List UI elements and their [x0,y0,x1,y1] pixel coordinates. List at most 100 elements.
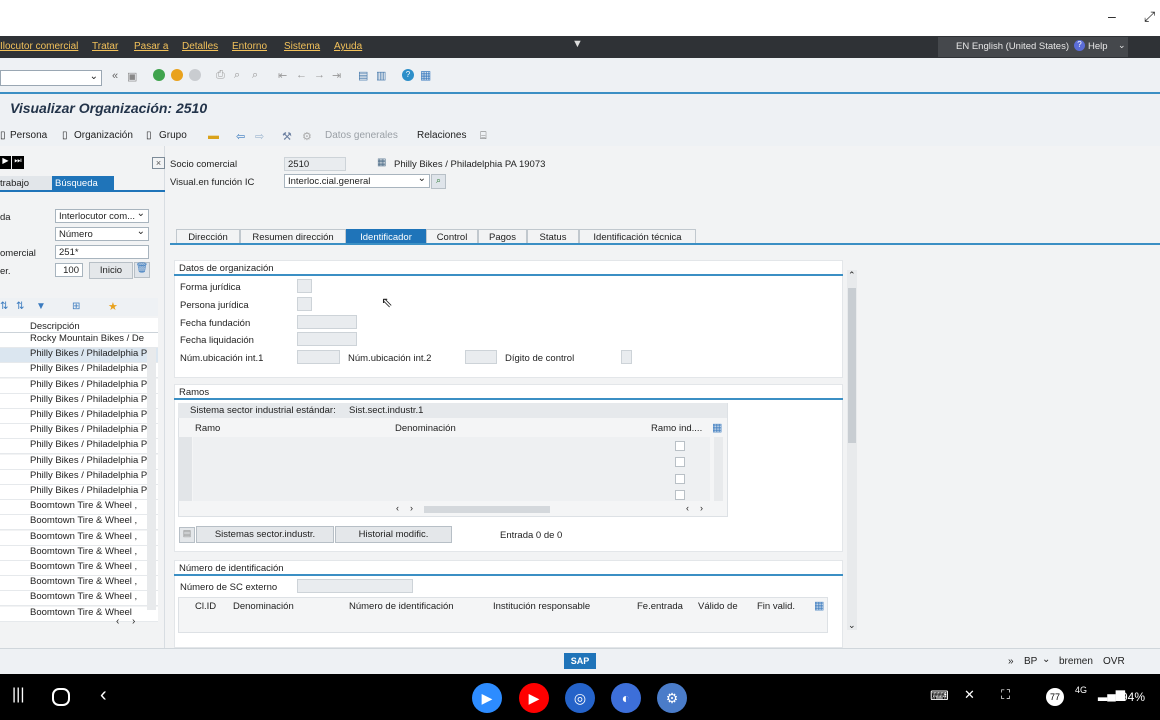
zoom-app-icon[interactable]: ▶ [472,683,502,713]
settings-app-icon[interactable]: ⚙ [657,683,687,713]
tab-identificacion-tecnica[interactable]: Identificación técnica [579,229,696,244]
list-scrollbar[interactable] [147,348,156,610]
print-icon[interactable]: ⎙ [216,69,225,82]
sort-desc-icon[interactable]: ⇅ [16,301,24,312]
col-valido-de[interactable]: Válido de [698,601,738,612]
list-item[interactable]: Philly Bikes / Philadelphia P [0,393,158,409]
persona-button[interactable]: Persona [10,130,47,141]
list-item[interactable]: Boomtown Tire & Wheel , [0,576,158,592]
last-page-icon[interactable]: ⇥ [332,69,341,82]
chat-app-icon[interactable]: ◐ [611,683,641,713]
socio-comercial-input[interactable]: 251* [55,245,149,259]
chevron-down-icon[interactable]: ⌄ [90,71,98,82]
tab-trabajo[interactable]: trabajo [0,176,52,191]
tab-status[interactable]: Status [527,229,579,244]
table-settings-icon[interactable]: ▦ [712,421,722,434]
list-header-descripcion[interactable]: Descripción [0,318,158,333]
organizacion-button[interactable]: Organización [74,130,133,141]
tab-identificador[interactable]: Identificador [346,229,426,244]
scroll-left-icon[interactable]: ‹ [116,616,119,627]
maximize-icon[interactable]: ⤢ [1144,8,1155,25]
arrow-left-icon[interactable]: ⇦ [236,130,245,143]
datos-generales-button[interactable]: Datos generales [325,130,398,141]
ramos-scrollbar[interactable] [714,437,723,501]
command-field[interactable]: ⌄ [0,70,102,86]
shortcut-icon[interactable]: ▥ [376,69,386,82]
help-link[interactable]: Help [1088,41,1108,52]
list-item[interactable]: Philly Bikes / Philadelphia P [0,378,158,394]
ramo-ind-checkbox[interactable] [675,457,685,467]
col-ramo[interactable]: Ramo [195,423,220,434]
close-icon[interactable]: × [152,157,165,169]
historial-modific-button[interactable]: Historial modific. [335,526,452,543]
list-item[interactable]: Philly Bikes / Philadelphia P [0,454,158,470]
search-field-select[interactable]: Número [55,227,149,241]
col-ramo-ind[interactable]: Ramo ind.... [651,423,702,434]
search-by-select[interactable]: Interlocutor com... [55,209,149,223]
menu-ayuda[interactable]: Ayuda [334,41,362,52]
favorites-icon[interactable]: ★ [108,300,118,313]
youtube-app-icon[interactable]: ▶ [519,683,549,713]
first-page-icon[interactable]: ⇤ [278,69,287,82]
chevron-down-icon[interactable]: ⌄ [1042,654,1050,665]
tab-pagos[interactable]: Pagos [478,229,527,244]
menu-interlocutor[interactable]: Ilocutor comercial [0,41,78,52]
list-item[interactable]: Boomtown Tire & Wheel , [0,515,158,531]
cancel-icon[interactable] [189,69,201,81]
folder-icon[interactable]: ▬ [208,130,219,142]
keyboard-icon[interactable]: ⌨ [930,688,949,704]
browser-app-icon[interactable]: ◎ [565,683,595,713]
network-icon[interactable]: ⌸ [480,130,487,143]
list-item[interactable]: Boomtown Tire & Wheel , [0,545,158,561]
scroll-right-icon[interactable]: › [700,503,703,513]
relaciones-button[interactable]: Relaciones [417,130,466,141]
list-item[interactable]: Philly Bikes / Philadelphia P [0,363,158,379]
help-icon[interactable]: ? [402,69,414,81]
grupo-button[interactable]: Grupo [159,130,187,141]
list-item[interactable]: Boomtown Tire & Wheel , [0,561,158,576]
list-item[interactable]: Philly Bikes / Philadelphia P [0,348,158,364]
list-item[interactable]: Philly Bikes / Philadelphia P [0,469,158,485]
col-denominacion[interactable]: Denominación [395,423,456,434]
scroll-down-icon[interactable]: ⌄ [848,620,856,631]
table-settings-icon[interactable]: ▦ [814,599,824,612]
list-item[interactable]: Boomtown Tire & Wheel , [0,591,158,607]
collapse-left-icon[interactable]: « [112,70,118,82]
scroll-left-icon[interactable]: ‹ [686,503,689,513]
tab-direccion[interactable]: Dirección [176,229,240,244]
list-item[interactable]: Boomtown Tire & Wheel , [0,500,158,516]
list-item[interactable]: Philly Bikes / Philadelphia P [0,439,158,455]
scroll-right-icon[interactable]: › [132,616,135,627]
new-session-icon[interactable]: ▤ [358,69,368,82]
skip-icon[interactable]: ⏭ [12,156,24,169]
scroll-up-icon[interactable]: ⌃ [848,270,856,281]
trash-icon[interactable]: 🗑 [134,262,150,278]
ramo-ind-checkbox[interactable] [675,474,685,484]
search-icon[interactable]: ⌕ [431,174,446,189]
main-scrollbar-thumb[interactable] [848,288,856,443]
inicio-button[interactable]: Inicio [89,262,133,279]
tab-resumen-direccion[interactable]: Resumen dirección [240,229,346,244]
scroll-left-icon[interactable]: ‹ [396,503,399,513]
scroll-right-icon[interactable]: › [410,503,413,513]
col-institucion[interactable]: Institución responsable [493,601,590,612]
minimize-icon[interactable]: – [1108,8,1116,24]
ramo-ind-checkbox[interactable] [675,490,685,500]
mute-icon[interactable]: ✕ [964,687,975,703]
play-icon[interactable]: ▶ [0,156,11,169]
chevron-down-icon[interactable]: ⌄ [1118,40,1126,51]
arrow-right-icon[interactable]: ⇨ [255,130,264,143]
collapse-icon[interactable]: ▼ [572,38,583,50]
next-page-icon[interactable]: → [314,69,325,81]
home-icon[interactable] [52,688,70,706]
col-clid[interactable]: Cl.ID [195,601,216,612]
list-item[interactable]: Rocky Mountain Bikes / De [0,333,158,348]
max-hits-input[interactable]: 100 [55,263,83,277]
menu-detalles[interactable]: Detalles [182,41,218,52]
screenshot-icon[interactable]: ⛶ [1001,687,1010,703]
expand-icon[interactable]: » [1008,656,1014,667]
exit-icon[interactable] [171,69,183,81]
language-selector[interactable]: EN English (United States) ? Help ⌄ [938,37,1128,57]
list-item[interactable]: Philly Bikes / Philadelphia P [0,424,158,440]
visual-funcion-select[interactable]: Interloc.cial.general [284,174,430,188]
